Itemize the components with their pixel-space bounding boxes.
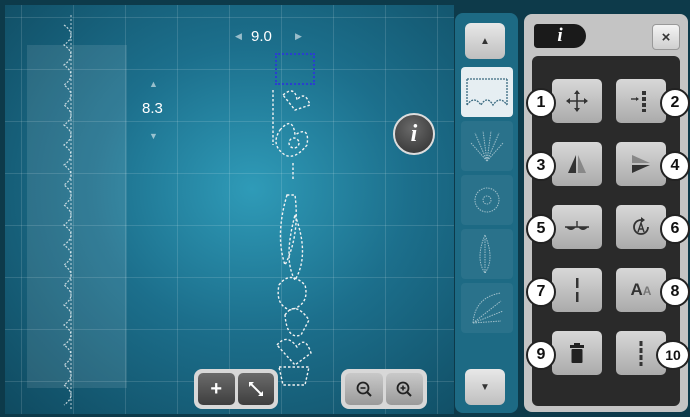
close-button[interactable]: × [652, 24, 680, 50]
badge-2: 2 [660, 88, 690, 118]
needle-position-button[interactable] [616, 79, 666, 123]
stitch-canvas[interactable]: ◀ 9.0 ▶ ▲ 8.3 ▼ i + [5, 5, 454, 414]
flower-pattern-icon [474, 187, 500, 213]
height-down-arrow-icon: ▼ [149, 131, 158, 141]
mirror-left-right-button[interactable] [552, 142, 602, 186]
text-size-button[interactable]: AA [616, 268, 666, 312]
expand-button[interactable] [237, 373, 274, 405]
selection-box[interactable] [275, 53, 315, 85]
badge-10: 10 [656, 340, 690, 370]
zoom-out-button[interactable] [345, 373, 383, 405]
thumbnail-leaf[interactable] [461, 229, 513, 279]
height-up-arrow-icon: ▲ [149, 79, 158, 89]
function-grid: AA 1 2 3 4 5 6 7 8 9 10 [526, 56, 690, 406]
panel-title: i [534, 24, 586, 48]
thumbnail-fan[interactable] [461, 283, 513, 333]
badge-6: 6 [660, 214, 690, 244]
stitch-density-icon [639, 341, 643, 366]
delete-button[interactable] [552, 331, 602, 375]
balance-button[interactable] [552, 205, 602, 249]
badge-7: 7 [526, 277, 556, 307]
height-value: 8.3 [142, 100, 163, 117]
add-expand-group: + [194, 369, 278, 409]
zoom-out-icon [356, 381, 372, 397]
scroll-down-icon: ▼ [480, 381, 490, 393]
badge-8: 8 [660, 277, 690, 307]
balance-icon [565, 221, 589, 230]
scroll-up-icon: ▲ [480, 35, 490, 47]
badge-3: 3 [526, 151, 556, 181]
mirror-up-down-icon [632, 155, 650, 173]
burst-pattern-icon [470, 130, 504, 162]
badge-1: 1 [526, 88, 556, 118]
needle-position-icon [631, 91, 646, 112]
delete-icon [570, 343, 584, 363]
mirror-left-right-icon [568, 155, 586, 173]
expand-arrows-icon [248, 382, 263, 396]
pattern-repeat-icon [633, 217, 649, 235]
pattern-preview-stitches [62, 15, 72, 410]
stitch-length-button[interactable] [552, 268, 602, 312]
leaf-pattern-icon [479, 233, 491, 274]
pattern-thumbnail-column: ▲ ▼ [455, 13, 518, 413]
zoom-group [341, 369, 427, 409]
scroll-up-button[interactable]: ▲ [465, 23, 505, 59]
info-panel: i × AA 1 2 3 4 5 6 7 8 9 10 [524, 14, 690, 412]
stitch-length-icon [576, 278, 579, 302]
fan-pattern-icon [472, 292, 504, 324]
badge-5: 5 [526, 214, 556, 244]
scallop-pattern-icon [466, 78, 508, 107]
add-button[interactable]: + [198, 373, 235, 405]
move-arrows-icon [566, 90, 588, 112]
thumbnail-burst[interactable] [461, 121, 513, 171]
stitch-pattern-column [272, 90, 312, 386]
badge-4: 4 [660, 151, 690, 181]
width-value: 9.0 [251, 28, 272, 45]
info-button[interactable]: i [393, 113, 435, 155]
mirror-up-down-button[interactable] [616, 142, 666, 186]
zoom-in-button[interactable] [385, 373, 423, 405]
thumbnail-scallop[interactable] [461, 67, 513, 117]
width-right-arrow-icon: ▶ [295, 31, 302, 41]
zoom-in-icon [396, 381, 412, 397]
text-size-icon: AA [630, 280, 652, 299]
pattern-repeat-button[interactable] [616, 205, 666, 249]
badge-9: 9 [526, 340, 556, 370]
width-left-arrow-icon: ◀ [235, 31, 242, 41]
thumbnail-flower[interactable] [461, 175, 513, 225]
scroll-down-button[interactable]: ▼ [465, 369, 505, 405]
move-button[interactable] [552, 79, 602, 123]
